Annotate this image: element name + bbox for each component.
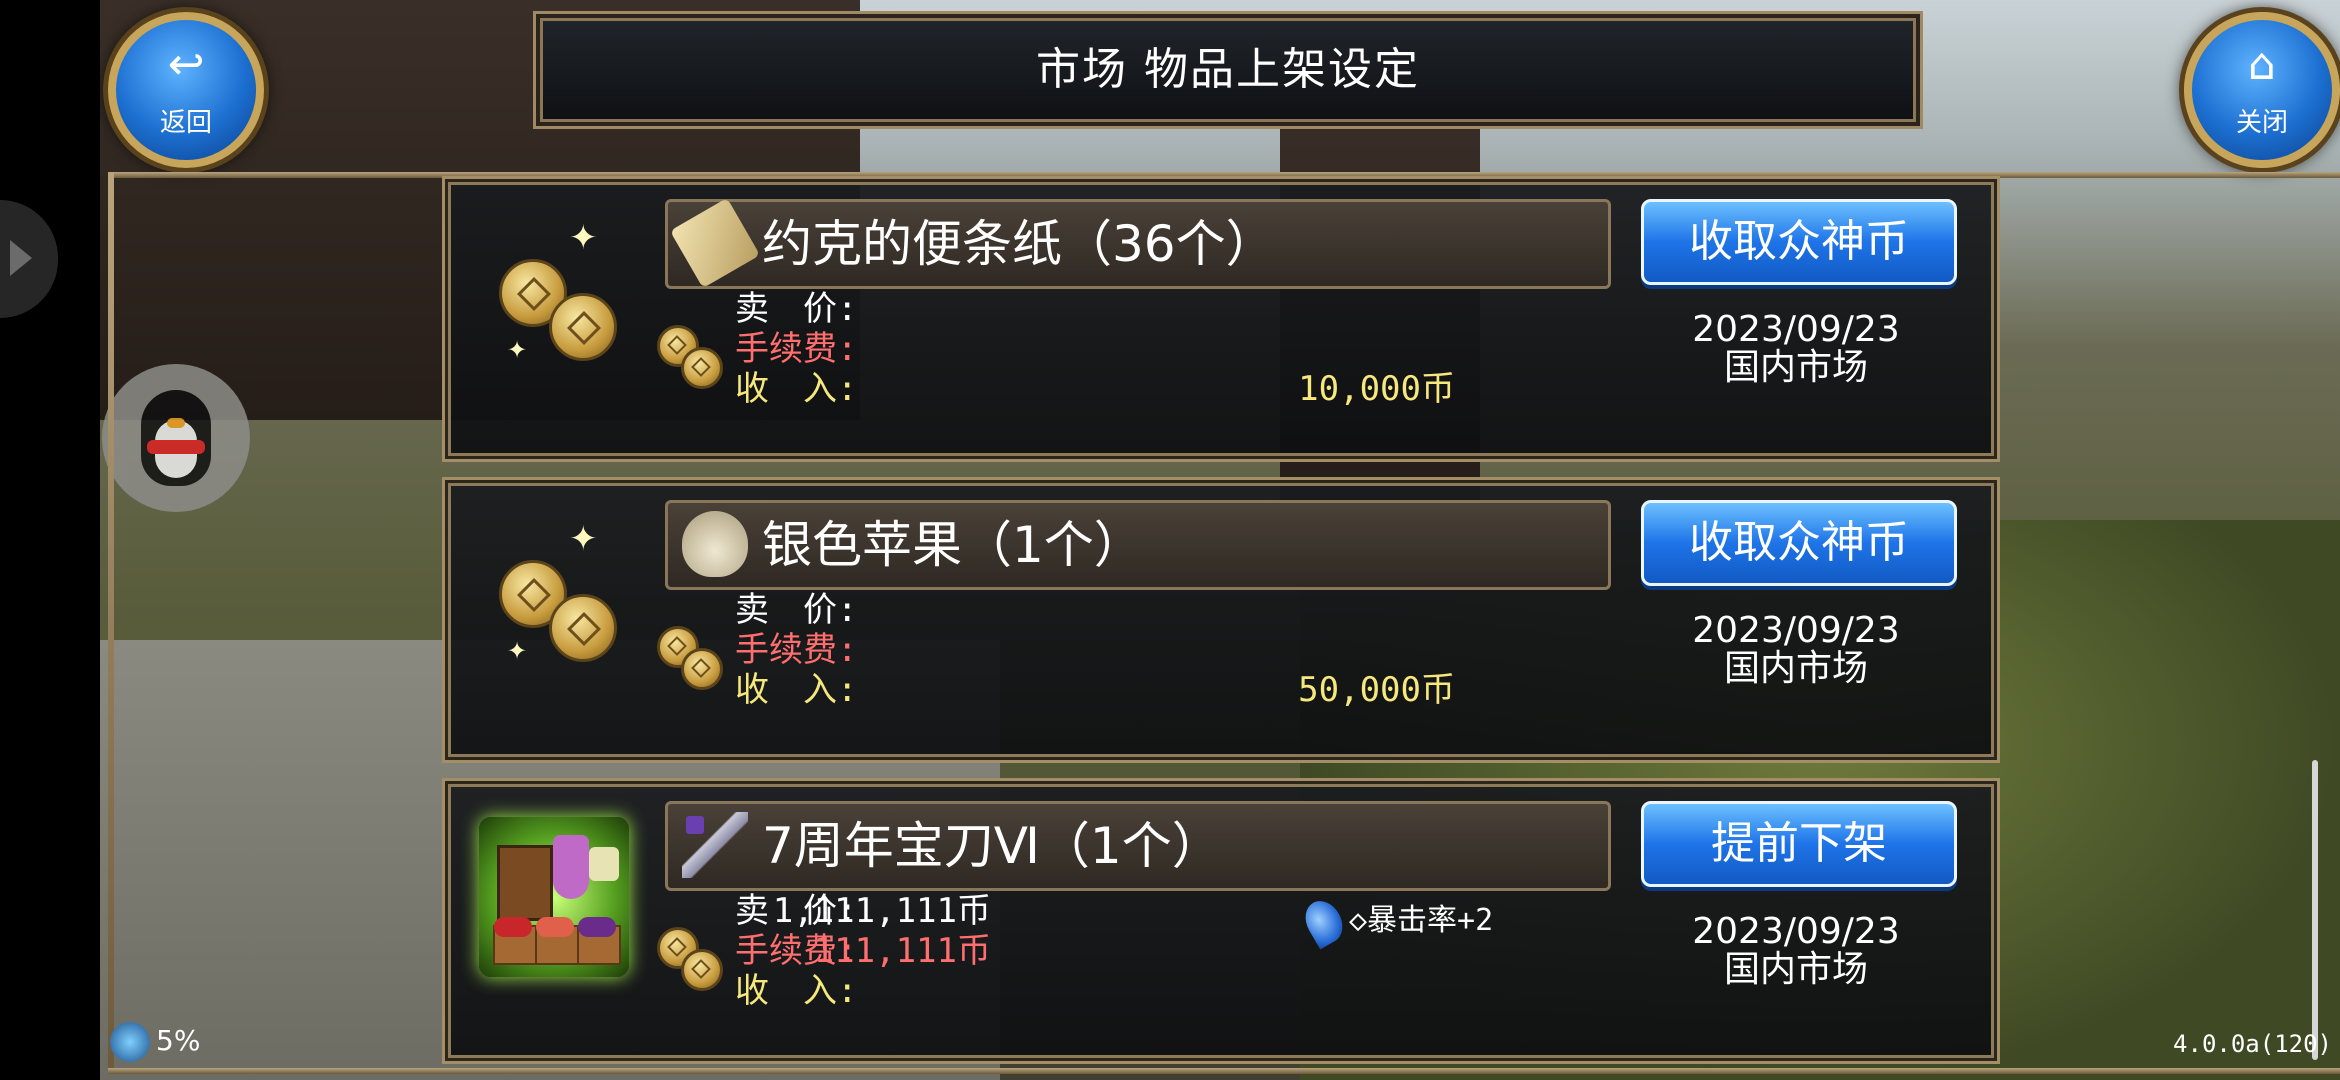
listing-date: 2023/09/23 (1692, 911, 1900, 952)
listing-meta: 2023/09/23 国内市场 (1641, 612, 1951, 688)
item-name-box: 银色苹果（1个） (665, 500, 1611, 590)
item-name: 7周年宝刀Ⅵ（1个） (762, 817, 1222, 875)
sword-icon (682, 812, 748, 878)
close-button[interactable]: ⌂ 关闭 (2184, 12, 2340, 168)
left-black-bar (0, 0, 100, 1080)
home-icon: ⌂ (2248, 39, 2276, 90)
frame-rail-bottom (108, 1068, 2340, 1074)
price-lines: 卖 价: 手续费: 收 入: 10,000币 (735, 289, 1455, 409)
income-value: 50,000币 (1298, 670, 1455, 710)
bonus-text: ◇暴击率+2 (1349, 903, 1494, 938)
listing-card: ✦ ✦ 约克的便条纸（36个） 收取众神币 卖 价: 手续费: 收 入: 10,0… (448, 182, 1994, 456)
frame-rail-left (108, 172, 114, 1072)
paper-scroll-icon (669, 197, 761, 289)
small-coins-icon (655, 321, 725, 391)
price-label: 卖 价: (735, 289, 858, 329)
fee-value: 111,111币 (813, 931, 991, 971)
side-expand-tab[interactable] (0, 200, 58, 318)
play-arrow-icon (10, 240, 32, 276)
price-label: 卖 价: (735, 590, 858, 630)
progress-indicator: 5% (110, 1022, 200, 1062)
item-name-box: 约克的便条纸（36个） (665, 197, 1611, 289)
listing-card: 7周年宝刀Ⅵ（1个） 提前下架 卖 价: 1,111,111币 手续费: 111,1… (448, 784, 1994, 1058)
back-label: 返回 (159, 108, 212, 138)
listing-market: 国内市场 (1723, 648, 1868, 689)
item-name: 银色苹果（1个） (762, 516, 1144, 574)
item-name-box: 7周年宝刀Ⅵ（1个） (665, 801, 1611, 891)
price-value: 1,111,111币 (772, 891, 991, 931)
listing-market: 国内市场 (1723, 949, 1868, 990)
collect-coins-button[interactable]: 收取众神币 (1641, 500, 1957, 586)
price-lines: 卖 价: 手续费: 收 入: 50,000币 (735, 590, 1455, 710)
item-name: 约克的便条纸（36个） (762, 215, 1276, 273)
god-coins-icon: ✦ ✦ (491, 516, 641, 665)
small-coins-icon (655, 923, 725, 993)
title-bar: 市场 物品上架设定 (540, 18, 1916, 122)
income-label: 收 入: (735, 670, 858, 710)
market-stall-icon (479, 817, 629, 977)
small-coins-icon (655, 622, 725, 692)
listing-market: 国内市场 (1723, 347, 1868, 388)
frame-rail-top (108, 172, 2340, 178)
qq-floating-button[interactable] (102, 364, 250, 512)
fee-label: 手续费: (735, 329, 858, 369)
fee-label: 手续费: (735, 630, 858, 670)
listing-meta: 2023/09/23 国内市场 (1641, 913, 1951, 989)
progress-percent: 5% (156, 1024, 201, 1057)
back-button[interactable]: ↩ 返回 (108, 12, 264, 168)
income-label: 收 入: (735, 971, 858, 1011)
return-arrow-icon: ↩ (167, 39, 205, 90)
collect-coins-button[interactable]: 收取众神币 (1641, 199, 1957, 285)
page-title: 市场 物品上架设定 (1036, 44, 1420, 95)
delist-early-button[interactable]: 提前下架 (1641, 801, 1957, 887)
bonus-stat: ◇暴击率+2 (1298, 893, 1494, 950)
listing-meta: 2023/09/23 国内市场 (1641, 311, 1951, 387)
close-label: 关闭 (2235, 108, 2288, 138)
penguin-icon (141, 390, 211, 486)
income-value: 10,000币 (1298, 369, 1455, 409)
income-label: 收 入: (735, 369, 858, 409)
scrollbar[interactable] (2312, 760, 2318, 1060)
listing-card: ✦ ✦ 银色苹果（1个） 收取众神币 卖 价: 手续费: 收 入: 50,000币… (448, 483, 1994, 757)
listing-date: 2023/09/23 (1692, 610, 1900, 651)
version-label: 4.0.0a(120) (2173, 1030, 2332, 1058)
listing-date: 2023/09/23 (1692, 309, 1900, 350)
silver-bag-icon (682, 511, 748, 577)
loading-ring-icon (110, 1022, 150, 1062)
god-coins-icon: ✦ ✦ (491, 215, 641, 364)
